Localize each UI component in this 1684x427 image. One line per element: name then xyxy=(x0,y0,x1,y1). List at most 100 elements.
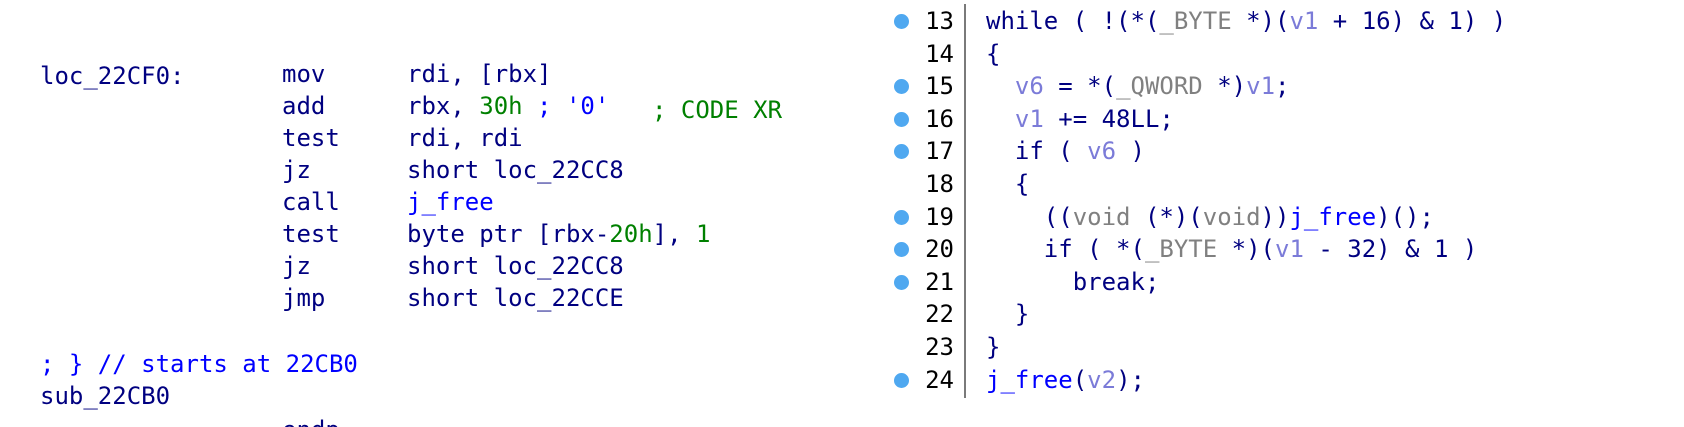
disassembly-view[interactable]: loc_22CF0: ; CODE XR mov rdi, [rbx] add rbx… xyxy=(0,0,880,427)
code-token: break; xyxy=(986,267,1160,296)
code-label[interactable]: loc_22CF0: xyxy=(40,59,185,93)
instruction-operands[interactable]: rdi, [rbx] xyxy=(407,57,552,91)
code-token: ); xyxy=(1116,365,1145,394)
code-text[interactable]: if ( v6 ) xyxy=(986,134,1145,169)
code-token: if ( xyxy=(986,137,1088,166)
breakpoint-dot-icon[interactable] xyxy=(894,111,909,127)
instruction-mnemonic: test xyxy=(282,220,340,248)
line-number: 22 xyxy=(925,300,954,329)
pseudocode-line[interactable]: 13 while ( !(*(_BYTE *)(v1 + 16) & 1) ) xyxy=(880,4,1684,39)
pseudocode-line[interactable]: 21 break; xyxy=(880,264,1684,300)
breakpoint-dot-icon[interactable] xyxy=(894,242,909,258)
code-token: )(); xyxy=(1376,202,1434,231)
variable-token[interactable]: v1 xyxy=(1015,105,1044,133)
code-text[interactable]: } xyxy=(986,297,1029,332)
line-number: 23 xyxy=(925,333,954,361)
code-token: { xyxy=(986,170,1030,198)
code-token: *) xyxy=(1202,72,1247,101)
variable-token[interactable]: v1 xyxy=(1289,7,1318,35)
line-number: 18 xyxy=(925,170,954,198)
code-text[interactable]: j_free(v2); xyxy=(986,363,1145,398)
pseudocode-line[interactable]: 17 if ( v6 ) xyxy=(880,134,1684,170)
xref-comment: ; CODE XR xyxy=(652,96,783,124)
variable-token[interactable]: v1 xyxy=(1275,235,1304,263)
instruction-operands[interactable]: rdi, rdi xyxy=(407,121,523,155)
gutter-separator xyxy=(964,101,966,137)
breakpoint-dot-icon[interactable] xyxy=(894,372,909,388)
breakpoint-dot-icon[interactable] xyxy=(894,274,909,290)
breakpoint-dot-icon[interactable] xyxy=(894,79,909,95)
code-text[interactable]: } xyxy=(986,330,1000,365)
pseudocode-view[interactable]: 13 while ( !(*(_BYTE *)(v1 + 16) & 1) ) 14… xyxy=(880,0,1684,427)
code-token: { xyxy=(986,39,1001,68)
pseudocode-line[interactable]: 18 { xyxy=(880,167,1684,202)
type-token[interactable]: void xyxy=(1073,203,1131,231)
type-token[interactable]: _QWORD xyxy=(1116,72,1203,100)
function-token[interactable]: j_free xyxy=(1289,203,1376,231)
instruction-mnemonic: test xyxy=(282,124,340,152)
gutter-separator xyxy=(964,330,966,365)
operand-text: ], xyxy=(652,220,697,248)
code-text[interactable]: break; xyxy=(986,265,1160,300)
pseudocode-line[interactable]: 23} xyxy=(880,330,1684,365)
endp-name[interactable]: sub_22CB0 xyxy=(40,379,170,413)
variable-token[interactable]: v6 xyxy=(1087,137,1116,165)
function-token[interactable]: j_free xyxy=(986,366,1073,394)
disasm-label-line[interactable]: loc_22CF0: ; CODE XR xyxy=(0,25,782,124)
pseudocode-line[interactable]: 24 j_free(v2); xyxy=(880,362,1684,398)
line-number: 13 xyxy=(925,7,954,35)
inline-comment: ; '0' xyxy=(522,92,610,120)
instruction-operands[interactable]: short loc_22CC8 xyxy=(407,153,624,187)
type-token[interactable]: _BYTE xyxy=(1159,7,1231,35)
code-text[interactable]: if ( *(_BYTE *)(v1 - 32) & 1 ) xyxy=(986,232,1478,267)
instruction-operands[interactable]: short loc_22CC8 xyxy=(407,249,624,283)
variable-token[interactable]: v1 xyxy=(1246,72,1275,100)
breakpoint-dot-icon[interactable] xyxy=(894,144,909,160)
variable-token[interactable]: v6 xyxy=(1015,72,1044,100)
line-number: 17 xyxy=(925,137,954,166)
code-token: ) xyxy=(1116,137,1145,166)
code-token: if ( *( xyxy=(986,235,1145,264)
endp-line[interactable]: sub_22CB0 endp xyxy=(0,345,340,427)
operand-text: byte ptr [rbx- xyxy=(407,220,610,248)
instruction-operands[interactable]: rbx, 30h ; '0' xyxy=(407,89,609,123)
breakpoint-dot-icon[interactable] xyxy=(894,209,909,225)
pseudocode-line[interactable]: 15 v6 = *(_QWORD *)v1; xyxy=(880,69,1684,105)
pseudocode-line[interactable]: 20 if ( *(_BYTE *)(v1 - 32) & 1 ) xyxy=(880,232,1684,268)
code-text[interactable]: { xyxy=(986,167,1029,202)
instruction-operands[interactable]: short loc_22CCE xyxy=(407,281,624,315)
type-token[interactable]: void xyxy=(1203,203,1261,231)
operand-text: rdi, [rbx] xyxy=(407,60,552,88)
pseudocode-line[interactable]: 14 { xyxy=(880,36,1684,72)
pseudocode-line[interactable]: 16 v1 += 48LL; xyxy=(880,101,1684,137)
endp-keyword: endp xyxy=(282,413,340,427)
code-text[interactable]: { xyxy=(986,37,1000,72)
code-text[interactable]: v6 = *(_QWORD *)v1; xyxy=(986,69,1290,104)
pseudocode-line[interactable]: 22 } xyxy=(880,297,1684,333)
pseudocode-line[interactable]: 19 ((void (*)(void))j_free)(); xyxy=(880,199,1684,235)
operand-text: short loc_22CC8 xyxy=(407,156,624,184)
breakpoint-dot-icon[interactable] xyxy=(894,14,909,29)
instruction-mnemonic: jmp xyxy=(282,284,326,312)
code-token: - 32) & 1 ) xyxy=(1303,235,1478,264)
function-ref[interactable]: j_free xyxy=(407,188,494,216)
line-number: 21 xyxy=(925,267,954,296)
code-token: *)( xyxy=(1217,235,1275,264)
instruction-operands[interactable]: j_free xyxy=(407,185,494,219)
code-text[interactable]: v1 += 48LL; xyxy=(986,102,1174,137)
type-token[interactable]: _BYTE xyxy=(1145,235,1217,263)
immediate-value: 20h xyxy=(609,220,653,248)
instruction-mnemonic: jz xyxy=(282,252,311,280)
code-text[interactable]: ((void (*)(void))j_free)(); xyxy=(986,200,1434,235)
gutter-separator xyxy=(964,362,966,398)
code-text[interactable]: while ( !(*(_BYTE *)(v1 + 16) & 1) ) xyxy=(986,4,1506,39)
instruction-operands[interactable]: byte ptr [rbx-20h], 1 xyxy=(407,217,710,251)
variable-token[interactable]: v2 xyxy=(1087,366,1116,394)
gutter-separator xyxy=(964,232,966,268)
code-token: } xyxy=(986,300,1030,329)
code-token: (*)( xyxy=(1130,202,1203,231)
gutter-separator xyxy=(964,297,966,333)
line-number: 14 xyxy=(925,39,954,68)
